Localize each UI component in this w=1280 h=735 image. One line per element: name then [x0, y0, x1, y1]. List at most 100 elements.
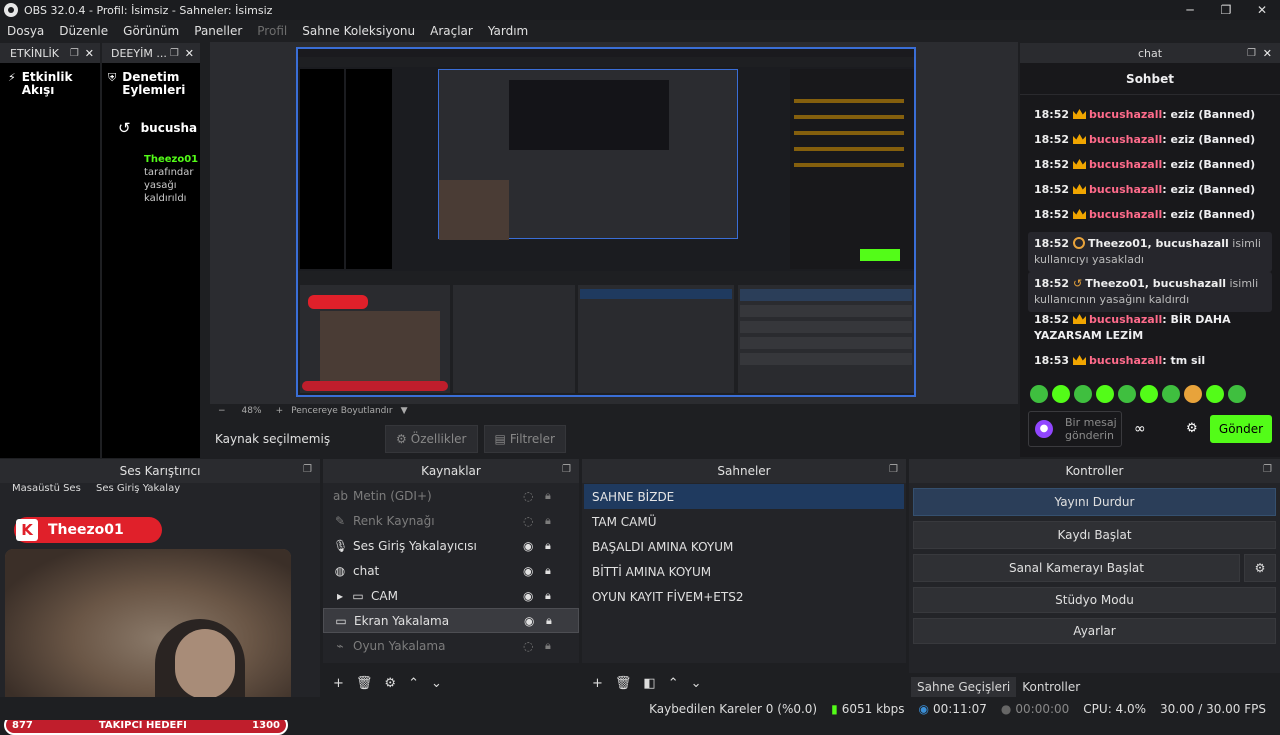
- cpu-usage: CPU: 4.0%: [1083, 701, 1147, 716]
- chat-input[interactable]: ● Bir mesaj gönderin: [1028, 411, 1122, 447]
- trash-icon[interactable]: 🗑︎: [356, 676, 373, 691]
- zoom-in-button[interactable]: +: [276, 406, 284, 416]
- dropped-frames: Kaybedilen Kareler 0 (%0.0): [649, 701, 818, 716]
- moderation-dock-tab[interactable]: DEEYİM ...: [111, 47, 167, 60]
- source-group-item[interactable]: ▸ ▭ CAM ◉ 🔒︎: [323, 583, 579, 608]
- audio-mixer-panel: Ses Karıştırıcı ❐ Masaüstü Ses Ses Giriş …: [0, 459, 320, 735]
- status-bar: Kaybedilen Kareler 0 (%0.0) ▮ 6051 kbps …: [0, 697, 1280, 720]
- lock-icon[interactable]: 🔒︎: [546, 614, 552, 628]
- hidden-eye-icon[interactable]: ◌: [523, 514, 533, 528]
- stop-streaming-button[interactable]: Yayını Durdur: [913, 488, 1276, 516]
- menu-file[interactable]: Dosya: [0, 24, 52, 38]
- scene-item[interactable]: TAM CAMÜ: [584, 509, 904, 534]
- source-item[interactable]: ✎ Renk Kaynağı ◌ 🔒︎: [323, 508, 579, 533]
- chevron-down-icon[interactable]: ▼: [401, 406, 408, 416]
- menu-view[interactable]: Görünüm: [116, 24, 187, 38]
- move-up-icon[interactable]: ⌃: [668, 676, 679, 691]
- expand-arrow-icon[interactable]: ▸: [333, 589, 347, 603]
- lock-icon[interactable]: 🔒︎: [545, 589, 551, 603]
- maximize-button[interactable]: ❐: [1208, 0, 1244, 20]
- crown-icon: [1073, 314, 1087, 324]
- close-dock-icon[interactable]: ✕: [85, 47, 94, 60]
- audio-channel-mic: Ses Giriş Yakalay: [96, 483, 181, 494]
- hidden-eye-icon[interactable]: ◌: [523, 639, 533, 653]
- virtual-camera-button[interactable]: Sanal Kamerayı Başlat: [913, 554, 1240, 582]
- emote-icon[interactable]: [1162, 385, 1180, 403]
- send-button[interactable]: Gönder: [1210, 415, 1272, 443]
- source-item-selected[interactable]: ▭ Ekran Yakalama ◉ 🔒︎: [323, 608, 579, 633]
- studio-mode-button[interactable]: Stüdyo Modu: [913, 587, 1276, 613]
- source-item[interactable]: ◍ chat ◉ 🔒︎: [323, 558, 579, 583]
- menu-profile[interactable]: Profil: [250, 24, 295, 38]
- eye-icon[interactable]: ◉: [523, 539, 533, 553]
- tab-scene-transitions[interactable]: Sahne Geçişleri: [911, 677, 1017, 697]
- menu-edit[interactable]: Düzenle: [52, 24, 116, 38]
- emote-icon[interactable]: [1096, 385, 1114, 403]
- infinity-icon[interactable]: ∞: [1134, 421, 1146, 437]
- undock-icon[interactable]: ❐: [889, 464, 898, 475]
- audio-mixer-body: Masaüstü Ses Ses Giriş Yakalay 0 0 K The…: [0, 483, 320, 735]
- undock-icon[interactable]: ❐: [1247, 48, 1256, 59]
- add-icon[interactable]: +: [333, 676, 344, 691]
- source-item[interactable]: 🎙︎ Ses Giriş Yakalayıcısı ◉ 🔒︎: [323, 533, 579, 558]
- close-dock-icon[interactable]: ✕: [185, 47, 194, 60]
- menu-docks[interactable]: Paneller: [187, 24, 250, 38]
- source-item[interactable]: ⌁ Oyun Yakalama ◌ 🔒︎: [323, 633, 579, 658]
- undock-icon[interactable]: ❐: [562, 464, 571, 475]
- globe-icon: ◍: [334, 563, 346, 578]
- emote-icon[interactable]: [1118, 385, 1136, 403]
- no-source-label: Kaynak seçilmemiş: [215, 432, 331, 446]
- activity-dock-tab[interactable]: ETKİNLİK: [10, 47, 59, 60]
- eye-icon[interactable]: ◉: [524, 614, 534, 628]
- zoom-out-button[interactable]: −: [218, 406, 226, 416]
- gear-icon[interactable]: ⚙: [1186, 421, 1198, 436]
- settings-button[interactable]: Ayarlar: [913, 618, 1276, 644]
- emote-icon[interactable]: [1206, 385, 1224, 403]
- lock-icon[interactable]: 🔒︎: [545, 564, 551, 578]
- lock-icon[interactable]: 🔒︎: [545, 639, 551, 653]
- lock-icon[interactable]: 🔒︎: [545, 514, 551, 528]
- undock-icon[interactable]: ❐: [170, 48, 179, 59]
- hidden-eye-icon[interactable]: ◌: [523, 489, 533, 503]
- scene-item[interactable]: OYUN KAYIT FİVEM+ETS2: [584, 584, 904, 609]
- filters-button[interactable]: ▤ Filtreler: [483, 425, 566, 453]
- emote-icon[interactable]: [1052, 385, 1070, 403]
- close-dock-icon[interactable]: ✕: [1263, 47, 1272, 60]
- move-down-icon[interactable]: ⌄: [691, 676, 702, 691]
- emote-icon[interactable]: [1184, 385, 1202, 403]
- record-time: 00:00:00: [1015, 701, 1070, 716]
- eye-icon[interactable]: ◉: [523, 589, 533, 603]
- start-recording-button[interactable]: Kaydı Başlat: [913, 521, 1276, 549]
- emote-icon[interactable]: [1074, 385, 1092, 403]
- undock-icon[interactable]: ❐: [1263, 464, 1272, 475]
- tab-controls[interactable]: Kontroller: [1016, 677, 1086, 697]
- add-icon[interactable]: +: [592, 676, 603, 691]
- trash-icon[interactable]: 🗑︎: [615, 676, 632, 691]
- move-up-icon[interactable]: ⌃: [408, 676, 419, 691]
- menu-scene-collection[interactable]: Sahne Koleksiyonu: [295, 24, 423, 38]
- monitor-icon: ▭: [335, 613, 347, 628]
- emote-icon[interactable]: [1228, 385, 1246, 403]
- emote-icon[interactable]: [1030, 385, 1048, 403]
- gear-icon[interactable]: ⚙: [384, 676, 396, 691]
- fit-to-window-label[interactable]: Pencereye Boyutlandır: [291, 406, 392, 416]
- scene-item[interactable]: BİTTİ AMINA KOYUM: [584, 559, 904, 584]
- lock-icon[interactable]: 🔒︎: [545, 539, 551, 553]
- undock-icon[interactable]: ❐: [70, 48, 79, 59]
- scene-item[interactable]: BAŞALDI AMINA KOYUM: [584, 534, 904, 559]
- close-button[interactable]: ✕: [1244, 0, 1280, 20]
- lock-icon[interactable]: 🔒︎: [545, 489, 551, 503]
- undock-icon[interactable]: ❐: [303, 464, 312, 475]
- source-item[interactable]: ab Metin (GDI+) ◌ 🔒︎: [323, 483, 579, 508]
- menu-tools[interactable]: Araçlar: [423, 24, 481, 38]
- virtual-camera-settings-button[interactable]: ⚙: [1244, 554, 1276, 582]
- eye-icon[interactable]: ◉: [523, 564, 533, 578]
- properties-button[interactable]: ⚙ Özellikler: [385, 425, 478, 453]
- emote-icon[interactable]: [1140, 385, 1158, 403]
- minimize-button[interactable]: ─: [1172, 0, 1208, 20]
- scene-item-selected[interactable]: SAHNE BİZDE: [584, 484, 904, 509]
- menu-help[interactable]: Yardım: [481, 24, 536, 38]
- scene-filter-icon[interactable]: ◧: [643, 676, 655, 691]
- sources-toolbar: + 🗑︎ ⚙ ⌃ ⌄: [323, 671, 579, 695]
- move-down-icon[interactable]: ⌄: [431, 676, 442, 691]
